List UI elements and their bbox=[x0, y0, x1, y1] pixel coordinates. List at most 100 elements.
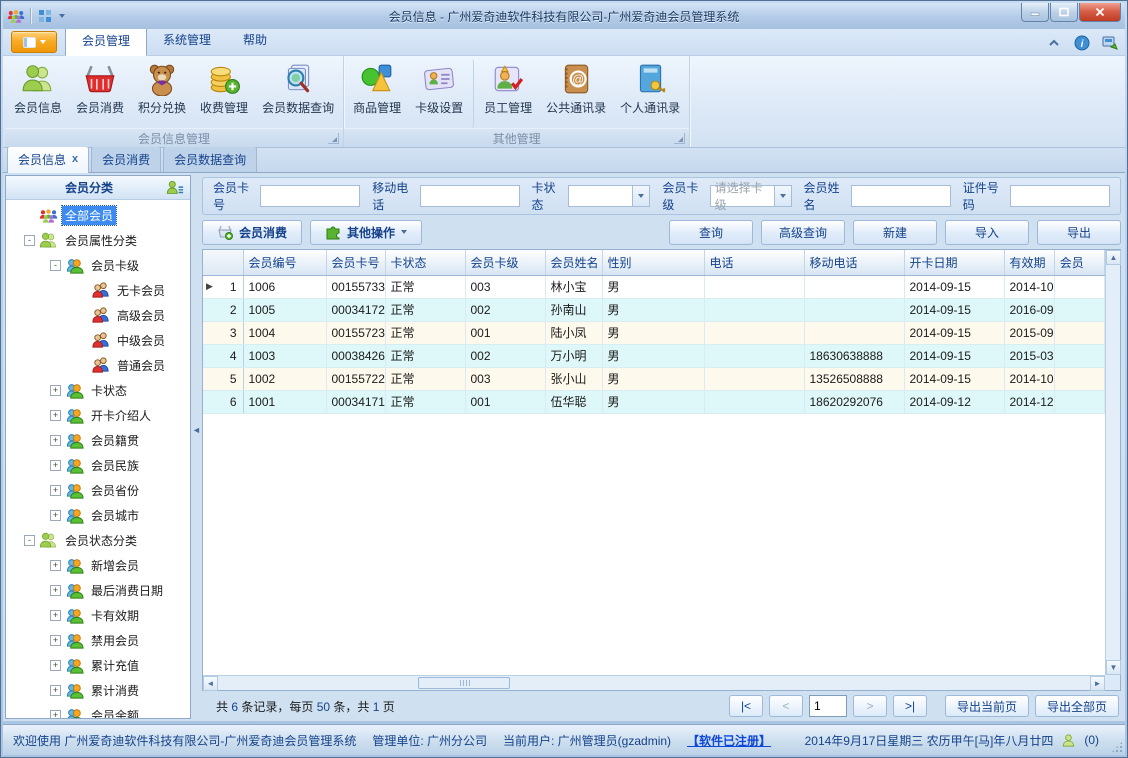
table-cell[interactable]: 2016-09-15 bbox=[1004, 298, 1055, 322]
tree-node[interactable]: 中级会员 bbox=[6, 328, 190, 353]
toolbar-button[interactable]: 导入 bbox=[945, 219, 1029, 245]
ribbon-button[interactable]: 积分兑换 bbox=[131, 59, 193, 128]
card-status-select[interactable] bbox=[568, 185, 651, 207]
table-cell[interactable] bbox=[1054, 344, 1105, 368]
ribbon-tab[interactable]: 帮助 bbox=[227, 26, 283, 55]
column-header[interactable]: 移动电话 bbox=[804, 250, 905, 276]
page-input[interactable] bbox=[809, 695, 847, 717]
dropdown-button[interactable] bbox=[632, 186, 650, 206]
toolbar-button[interactable]: 高级查询 bbox=[761, 219, 845, 245]
table-cell[interactable] bbox=[804, 275, 905, 299]
table-cell[interactable]: 男 bbox=[602, 390, 705, 414]
ribbon-button[interactable]: 商品管理 bbox=[346, 59, 408, 128]
table-cell[interactable]: 陆小凤 bbox=[545, 321, 603, 345]
category-manage-icon[interactable] bbox=[166, 179, 184, 197]
tree-expander-icon[interactable]: + bbox=[50, 385, 61, 396]
license-link[interactable]: 【软件已注册】 bbox=[687, 732, 771, 749]
column-header[interactable]: 开卡日期 bbox=[904, 250, 1005, 276]
table-cell[interactable]: 003 bbox=[465, 275, 546, 299]
table-cell[interactable]: 2014-09-15 bbox=[904, 298, 1005, 322]
table-cell[interactable] bbox=[1054, 275, 1105, 299]
column-header[interactable]: 会员编号 bbox=[243, 250, 327, 276]
table-cell[interactable]: 001 bbox=[465, 390, 546, 414]
tree-node[interactable]: + 会员余额 bbox=[6, 703, 190, 718]
table-cell[interactable] bbox=[804, 298, 905, 322]
table-row[interactable]: 2 10050003417269正常002孙南山男 2014-09-152016-… bbox=[203, 298, 1105, 322]
table-cell[interactable]: 男 bbox=[602, 298, 705, 322]
table-cell[interactable] bbox=[1054, 367, 1105, 391]
tree-node[interactable]: 高级会员 bbox=[6, 303, 190, 328]
tree-node[interactable]: + 开卡介绍人 bbox=[6, 403, 190, 428]
table-cell[interactable]: 002 bbox=[465, 298, 546, 322]
export-all-pages-button[interactable]: 导出全部页 bbox=[1035, 695, 1119, 717]
table-cell[interactable] bbox=[1054, 321, 1105, 345]
table-cell[interactable]: 1001 bbox=[243, 390, 327, 414]
table-cell[interactable]: 18620292076 bbox=[804, 390, 905, 414]
table-cell[interactable]: 0015572264 bbox=[326, 367, 386, 391]
column-header[interactable]: 会员卡级 bbox=[465, 250, 546, 276]
table-row[interactable]: 5 10020015572264正常003张小山男135265088882014… bbox=[203, 367, 1105, 391]
scroll-up-icon[interactable]: ▲ bbox=[1106, 250, 1121, 265]
ribbon-tab[interactable]: 会员管理 bbox=[65, 26, 148, 56]
tree-expander-icon[interactable]: + bbox=[50, 485, 61, 496]
table-cell[interactable] bbox=[1054, 298, 1105, 322]
table-cell[interactable]: 男 bbox=[602, 344, 705, 368]
tree-node[interactable]: - 会员属性分类 bbox=[6, 228, 190, 253]
vertical-scroll-track[interactable] bbox=[1106, 265, 1120, 660]
member-consume-button[interactable]: 会员消费 bbox=[202, 219, 303, 245]
table-cell[interactable]: 万小明 bbox=[545, 344, 603, 368]
minimize-button[interactable] bbox=[1021, 3, 1049, 22]
table-cell[interactable]: 正常 bbox=[385, 344, 466, 368]
table-cell[interactable]: 13526508888 bbox=[804, 367, 905, 391]
document-tab[interactable]: 会员消费 bbox=[91, 146, 162, 172]
table-cell[interactable] bbox=[704, 344, 805, 368]
table-cell[interactable]: 正常 bbox=[385, 321, 466, 345]
ribbon-button[interactable]: 会员消费 bbox=[69, 59, 131, 128]
ribbon-button[interactable]: 个人通讯录 bbox=[613, 59, 687, 128]
table-cell[interactable]: 男 bbox=[602, 275, 705, 299]
card-no-input[interactable] bbox=[260, 185, 361, 207]
table-cell[interactable]: 2014-10-30 bbox=[1004, 367, 1055, 391]
table-cell[interactable] bbox=[804, 321, 905, 345]
table-cell[interactable] bbox=[704, 298, 805, 322]
table-cell[interactable]: 0003842687 bbox=[326, 344, 386, 368]
table-cell[interactable]: 正常 bbox=[385, 390, 466, 414]
table-cell[interactable]: 男 bbox=[602, 367, 705, 391]
dropdown-button[interactable] bbox=[773, 186, 791, 206]
tree-node[interactable]: 普通会员 bbox=[6, 353, 190, 378]
ribbon-button[interactable]: 公共通讯录 bbox=[539, 59, 613, 128]
toolbar-button[interactable]: 查询 bbox=[669, 219, 753, 245]
tree-node[interactable]: + 会员民族 bbox=[6, 453, 190, 478]
horizontal-scroll-track[interactable] bbox=[218, 676, 1090, 690]
dialog-launcher-icon[interactable] bbox=[674, 133, 686, 144]
tree-expander-icon[interactable]: + bbox=[50, 510, 61, 521]
tree-node[interactable]: + 最后消费日期 bbox=[6, 578, 190, 603]
toolbar-button[interactable]: 新建 bbox=[853, 219, 937, 245]
table-cell[interactable]: 孙南山 bbox=[545, 298, 603, 322]
tree-expander-icon[interactable]: - bbox=[24, 535, 35, 546]
close-button[interactable] bbox=[1079, 3, 1121, 22]
scroll-thumb[interactable] bbox=[418, 677, 510, 689]
prev-page-button[interactable]: < bbox=[769, 695, 803, 717]
export-current-page-button[interactable]: 导出当前页 bbox=[945, 695, 1029, 717]
table-row[interactable]: 6 10010003417130正常001伍华聪男186202920762014… bbox=[203, 390, 1105, 414]
tree-node[interactable]: 无卡会员 bbox=[6, 278, 190, 303]
tree-node[interactable]: - 会员状态分类 bbox=[6, 528, 190, 553]
column-header[interactable]: 会员姓名 bbox=[545, 250, 603, 276]
table-cell[interactable]: 18630638888 bbox=[804, 344, 905, 368]
table-cell[interactable] bbox=[1054, 390, 1105, 414]
tree-expander-icon[interactable]: + bbox=[50, 560, 61, 571]
tree-node[interactable]: + 累计充值 bbox=[6, 653, 190, 678]
table-cell[interactable]: 2014-09-15 bbox=[904, 344, 1005, 368]
ribbon-button[interactable]: 收费管理 bbox=[193, 59, 255, 128]
tree-expander-icon[interactable]: + bbox=[50, 460, 61, 471]
info-icon[interactable] bbox=[1073, 35, 1091, 51]
chevron-down-icon[interactable] bbox=[59, 14, 65, 18]
tree-node[interactable]: + 禁用会员 bbox=[6, 628, 190, 653]
table-cell[interactable]: 正常 bbox=[385, 367, 466, 391]
panel-splitter[interactable]: ◄ bbox=[191, 173, 201, 721]
column-header[interactable]: 会员卡号 bbox=[326, 250, 386, 276]
tree-node[interactable]: - 会员卡级 bbox=[6, 253, 190, 278]
table-cell[interactable]: 2014-09-15 bbox=[904, 321, 1005, 345]
table-cell[interactable]: 0003417130 bbox=[326, 390, 386, 414]
